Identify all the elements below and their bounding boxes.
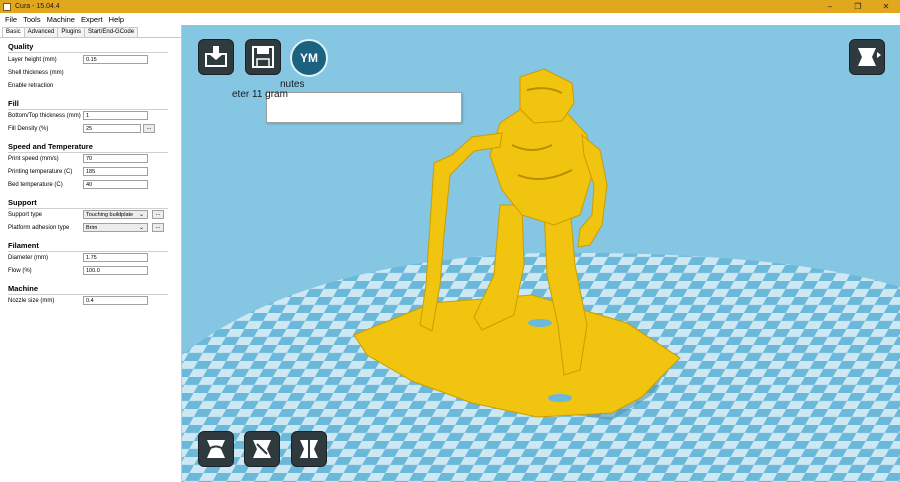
support-type-more-button[interactable]: ...: [152, 210, 164, 219]
scale-icon: [253, 440, 271, 458]
enable-retraction-label: Enable retraction: [8, 83, 54, 89]
platform-adhesion-more-button[interactable]: ...: [152, 223, 164, 232]
menu-help[interactable]: Help: [109, 15, 124, 24]
menu-file[interactable]: File: [5, 15, 17, 24]
model-head: [519, 68, 575, 124]
section-support-title: Support: [8, 198, 37, 207]
support-type-select[interactable]: Touching buildplate ⌄: [83, 210, 148, 219]
shell-thickness-label: Shell thickness (mm): [8, 70, 64, 76]
section-rule: [8, 52, 168, 53]
diameter-label: Diameter (mm): [8, 255, 48, 261]
platform-adhesion-select[interactable]: Brim ⌄: [83, 223, 148, 232]
mirror-icon: [300, 440, 318, 458]
mirror-button[interactable]: [291, 431, 327, 467]
menu-machine[interactable]: Machine: [47, 15, 75, 24]
platform-adhesion-value: Brim: [86, 225, 98, 231]
load-button[interactable]: [198, 39, 234, 75]
settings-panel: Basic Advanced Plugins Start/End-GCode Q…: [0, 25, 182, 482]
bed-temperature-input[interactable]: 40: [83, 180, 148, 189]
layer-height-input[interactable]: 0.15: [83, 55, 148, 64]
support-type-value: Touching buildplate: [86, 212, 134, 218]
save-icon: [252, 46, 274, 68]
print-speed-label: Print speed (mm/s): [8, 156, 59, 162]
3d-viewport[interactable]: YM nutes eter 11 gram: [182, 25, 900, 482]
bed-temperature-label: Bed temperature (C): [8, 182, 63, 188]
layer-height-label: Layer height (mm): [8, 57, 57, 63]
printing-temperature-input[interactable]: 185: [83, 167, 148, 176]
flow-input[interactable]: 100.0: [83, 266, 148, 275]
rotate-button[interactable]: [198, 431, 234, 467]
window-title: Cura - 15.04.4: [15, 3, 60, 10]
bottom-top-thickness-label: Bottom/Top thickness (mm): [8, 113, 81, 119]
fill-density-label: Fill Density (%): [8, 126, 49, 132]
fill-density-more-button[interactable]: ...: [143, 124, 155, 133]
save-button[interactable]: [245, 39, 281, 75]
menu-tools[interactable]: Tools: [23, 15, 41, 24]
section-rule: [8, 152, 168, 153]
section-rule: [8, 208, 168, 209]
chevron-down-icon: ⌄: [138, 212, 144, 218]
section-filament-title: Filament: [8, 241, 39, 250]
tab-divider: [0, 37, 182, 38]
section-speed-title: Speed and Temperature: [8, 142, 93, 151]
section-machine-title: Machine: [8, 284, 39, 293]
support-type-label: Support type: [8, 212, 43, 218]
fill-density-input[interactable]: 25: [83, 124, 141, 133]
nozzle-size-input[interactable]: 0.4: [83, 296, 148, 305]
maximize-button[interactable]: ❐: [844, 0, 872, 13]
print-speed-input[interactable]: 70: [83, 154, 148, 163]
load-icon: [205, 46, 227, 67]
print-material-text: eter 11 gram: [232, 89, 288, 100]
menu-expert[interactable]: Expert: [81, 15, 103, 24]
section-rule: [8, 294, 168, 295]
base-hole: [548, 394, 572, 402]
view-mode-icon: [858, 48, 881, 66]
nozzle-size-label: Nozzle size (mm): [8, 298, 55, 304]
section-fill-title: Fill: [8, 99, 19, 108]
section-rule: [8, 109, 168, 110]
minimize-button[interactable]: –: [816, 0, 844, 13]
rotate-icon: [207, 440, 225, 458]
view-mode-button[interactable]: [849, 39, 885, 75]
title-bar: Cura - 15.04.4 – ❐ ✕: [0, 0, 900, 13]
section-quality-title: Quality: [8, 42, 34, 51]
section-rule: [8, 251, 168, 252]
ym-button[interactable]: YM: [290, 39, 328, 77]
close-button[interactable]: ✕: [872, 0, 900, 13]
diameter-input[interactable]: 1.75: [83, 253, 148, 262]
app-icon: [3, 2, 11, 11]
base-hole: [528, 319, 552, 327]
printing-temperature-label: Printing temperature (C): [8, 169, 73, 175]
scale-button[interactable]: [244, 431, 280, 467]
flow-label: Flow (%): [8, 268, 32, 274]
menu-bar: File Tools Machine Expert Help: [0, 13, 900, 25]
print-info: nutes eter 11 gram: [232, 80, 304, 100]
bottom-top-thickness-input[interactable]: 1: [83, 111, 148, 120]
platform-adhesion-label: Platform adhesion type: [8, 225, 70, 231]
chevron-down-icon: ⌄: [138, 225, 144, 231]
